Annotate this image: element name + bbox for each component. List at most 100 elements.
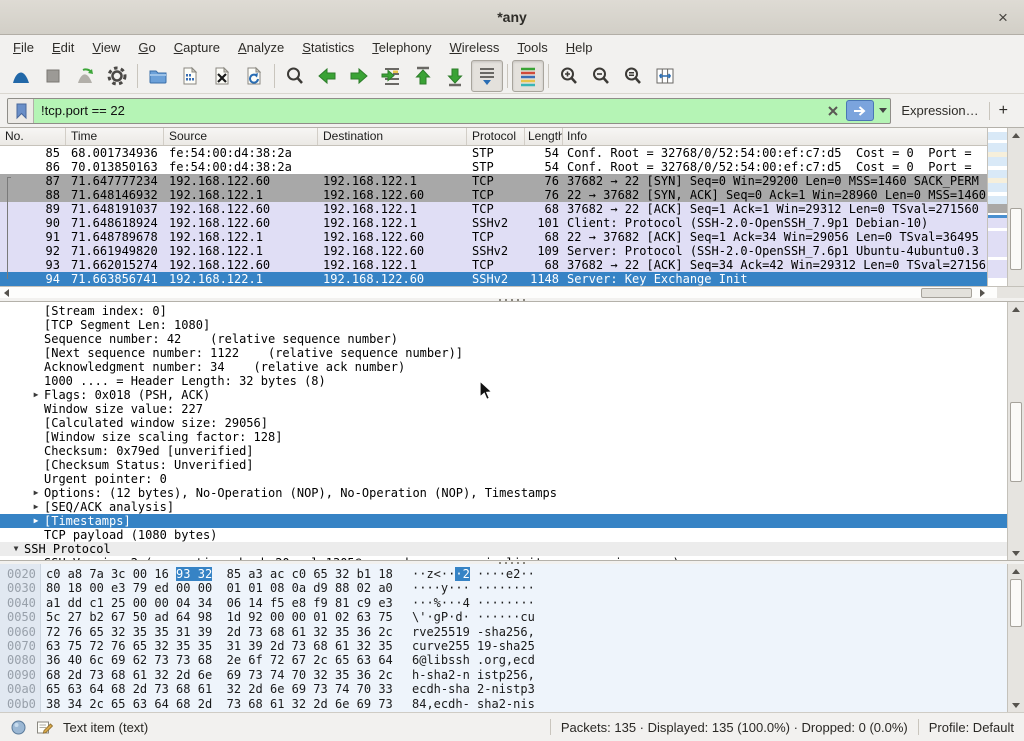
menu-file[interactable]: File (4, 37, 43, 58)
packet-list-minimap[interactable] (987, 128, 1007, 286)
scroll-down-arrow[interactable] (1008, 698, 1024, 712)
expand-arrow[interactable] (28, 472, 44, 486)
column-header-length[interactable]: Length (525, 128, 563, 145)
zoom-out-button[interactable] (585, 60, 617, 92)
packet-row-89[interactable]: 8971.648191037192.168.122.60192.168.122.… (0, 202, 987, 216)
menu-analyze[interactable]: Analyze (229, 37, 293, 58)
start-capture-button[interactable] (5, 60, 37, 92)
expand-arrow[interactable]: ▼ (8, 542, 24, 556)
go-back-button[interactable] (311, 60, 343, 92)
detail-line[interactable]: 1000 .... = Header Length: 32 bytes (8) (0, 374, 1007, 388)
expand-arrow[interactable] (28, 416, 44, 430)
expand-arrow[interactable]: ▶ (28, 486, 44, 500)
menu-edit[interactable]: Edit (43, 37, 83, 58)
find-packet-button[interactable] (279, 60, 311, 92)
display-filter-field[interactable]: !tcp.port == 22 (7, 98, 891, 124)
hex-row[interactable]: 00b038 34 2c 65 63 64 68 2d 73 68 61 32 … (0, 697, 1007, 711)
hex-row[interactable]: 0020c0 a8 7a 3c 00 16 93 32 85 a3 ac c0 … (0, 567, 1007, 581)
packet-row-88[interactable]: 8871.648146932192.168.122.1192.168.122.6… (0, 188, 987, 202)
reload-file-button[interactable] (238, 60, 270, 92)
title-bar[interactable]: *any × (0, 0, 1024, 35)
detail-line-ssh-protocol[interactable]: ▼SSH Protocol (0, 542, 1007, 556)
detail-line[interactable]: [Stream index: 0] (0, 304, 1007, 318)
detail-line-tcp-payload[interactable]: TCP payload (1080 bytes) (0, 528, 1007, 542)
packet-row-90[interactable]: 9071.648618924192.168.122.60192.168.122.… (0, 216, 987, 230)
detail-line[interactable]: [TCP Segment Len: 1080] (0, 318, 1007, 332)
scrollbar-thumb[interactable] (1010, 402, 1022, 482)
filter-clear-button[interactable] (822, 105, 844, 117)
save-file-button[interactable] (174, 60, 206, 92)
menu-go[interactable]: Go (129, 37, 164, 58)
zoom-in-button[interactable] (553, 60, 585, 92)
go-to-packet-button[interactable] (375, 60, 407, 92)
column-header-protocol[interactable]: Protocol (467, 128, 525, 145)
expand-arrow[interactable] (28, 332, 44, 346)
detail-line[interactable]: Urgent pointer: 0 (0, 472, 1007, 486)
hex-vscrollbar[interactable] (1007, 564, 1024, 712)
expand-arrow[interactable] (28, 374, 44, 388)
packet-row-91[interactable]: 9171.648789678192.168.122.1192.168.122.6… (0, 230, 987, 244)
detail-line-seq-ack[interactable]: ▶[SEQ/ACK analysis] (0, 500, 1007, 514)
expand-arrow[interactable] (28, 402, 44, 416)
hex-row[interactable]: 0040a1 dd c1 25 00 00 04 34 06 14 f5 e8 … (0, 596, 1007, 610)
scrollbar-thumb[interactable] (921, 288, 972, 298)
capture-options-button[interactable] (101, 60, 133, 92)
column-header-destination[interactable]: Destination (318, 128, 467, 145)
detail-line[interactable]: [Window size scaling factor: 128] (0, 430, 1007, 444)
filter-input[interactable]: !tcp.port == 22 (34, 103, 822, 118)
expert-info-icon[interactable] (10, 719, 27, 736)
expand-arrow[interactable] (28, 458, 44, 472)
column-header-time[interactable]: Time (66, 128, 164, 145)
packet-row-93[interactable]: 9371.662015274192.168.122.60192.168.122.… (0, 258, 987, 272)
hex-row[interactable]: 006072 76 65 32 35 35 31 39 2d 73 68 61 … (0, 625, 1007, 639)
filter-apply-button[interactable] (846, 100, 874, 121)
expand-arrow[interactable]: ▶ (28, 388, 44, 402)
auto-scroll-toggle[interactable] (471, 60, 503, 92)
go-forward-button[interactable] (343, 60, 375, 92)
detail-line-flags[interactable]: ▶Flags: 0x018 (PSH, ACK) (0, 388, 1007, 402)
expand-arrow[interactable] (28, 444, 44, 458)
filter-dropdown-button[interactable] (876, 108, 890, 113)
detail-line[interactable]: Acknowledgment number: 34 (relative ack … (0, 360, 1007, 374)
scroll-down-arrow[interactable] (1008, 546, 1024, 560)
expand-arrow[interactable] (28, 346, 44, 360)
profile-status[interactable]: Profile: Default (929, 720, 1014, 735)
close-button[interactable]: × (992, 7, 1014, 29)
packet-list-vscrollbar[interactable] (1007, 128, 1024, 299)
expand-arrow[interactable] (28, 318, 44, 332)
expression-button[interactable]: Expression… (891, 103, 988, 118)
resize-columns-button[interactable] (649, 60, 681, 92)
detail-line[interactable]: Window size value: 227 (0, 402, 1007, 416)
menu-statistics[interactable]: Statistics (293, 37, 363, 58)
hex-row[interactable]: 00a065 63 64 68 2d 73 68 61 32 2d 6e 69 … (0, 682, 1007, 696)
menu-wireless[interactable]: Wireless (441, 37, 509, 58)
column-header-info[interactable]: Info (563, 128, 987, 145)
column-header-no[interactable]: No. (0, 128, 66, 145)
menu-telephony[interactable]: Telephony (363, 37, 440, 58)
menu-help[interactable]: Help (557, 37, 602, 58)
details-vscrollbar[interactable] (1007, 302, 1024, 560)
menu-view[interactable]: View (83, 37, 129, 58)
packet-row-85[interactable]: 8568.001734936fe:54:00:d4:38:2aSTP54Conf… (0, 146, 987, 160)
expand-arrow[interactable] (28, 360, 44, 374)
menu-tools[interactable]: Tools (508, 37, 556, 58)
detail-line[interactable]: Checksum: 0x79ed [unverified] (0, 444, 1007, 458)
column-header-source[interactable]: Source (164, 128, 318, 145)
packet-row-87[interactable]: 8771.647777234192.168.122.60192.168.122.… (0, 174, 987, 188)
menu-capture[interactable]: Capture (165, 37, 229, 58)
scroll-up-arrow[interactable] (1008, 302, 1024, 316)
hex-row[interactable]: 008036 40 6c 69 62 73 73 68 2e 6f 72 67 … (0, 653, 1007, 667)
detail-line[interactable]: Sequence number: 42 (relative sequence n… (0, 332, 1007, 346)
hex-row[interactable]: 003080 18 00 e3 79 ed 00 00 01 01 08 0a … (0, 581, 1007, 595)
scroll-up-arrow[interactable] (1008, 128, 1024, 142)
restart-capture-button[interactable] (69, 60, 101, 92)
capture-comment-icon[interactable] (36, 719, 54, 736)
close-file-button[interactable] (206, 60, 238, 92)
filter-bookmark-button[interactable] (8, 99, 34, 123)
packet-row-92[interactable]: 9271.661949820192.168.122.1192.168.122.6… (0, 244, 987, 258)
hex-row[interactable]: 009068 2d 73 68 61 32 2d 6e 69 73 74 70 … (0, 668, 1007, 682)
open-file-button[interactable] (142, 60, 174, 92)
hex-row[interactable]: 007063 75 72 76 65 32 35 35 31 39 2d 73 … (0, 639, 1007, 653)
go-to-bottom-button[interactable] (439, 60, 471, 92)
scrollbar-thumb[interactable] (1010, 208, 1022, 270)
